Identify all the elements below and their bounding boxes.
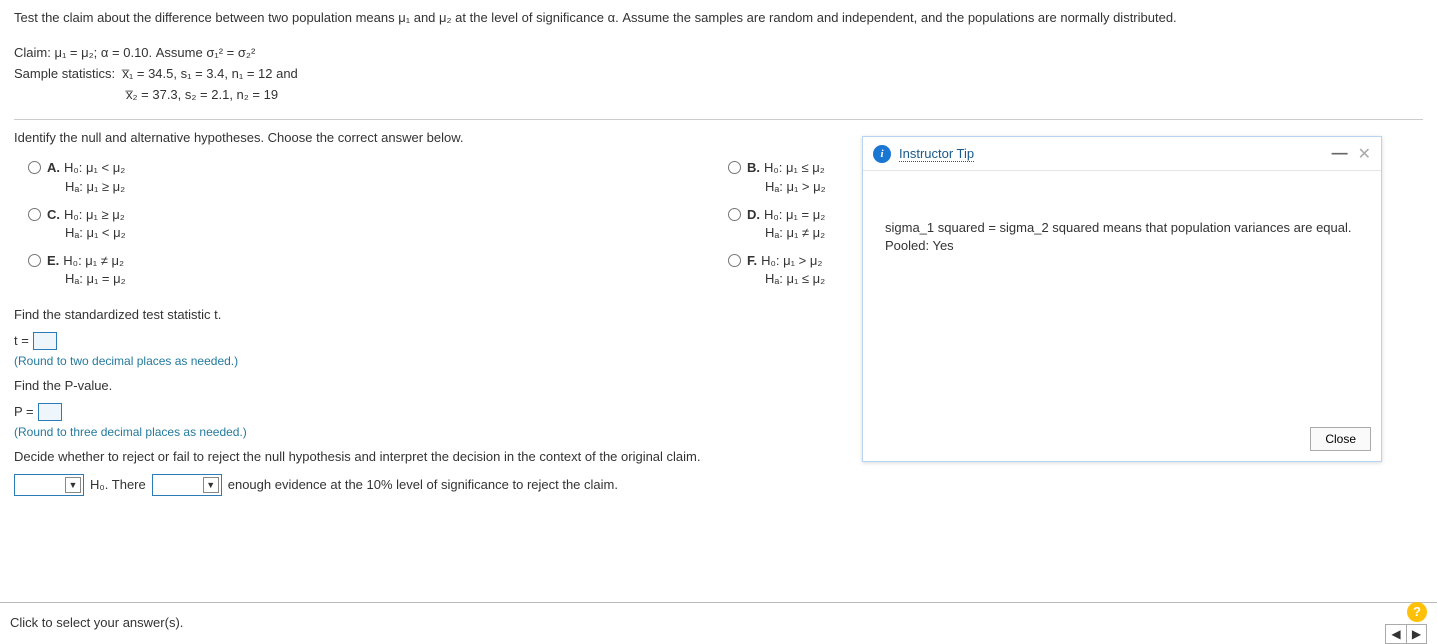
p-value-input[interactable] [38,403,62,421]
help-icon[interactable]: ? [1407,602,1427,622]
footer-instruction: Click to select your answer(s). [10,615,183,630]
option-f-ha: Hₐ: μ₁ ≤ μ₂ [747,270,825,288]
chevron-down-icon: ▼ [65,477,81,493]
radio-f[interactable] [728,254,741,267]
option-f-h0: H₀: μ₁ > μ₂ [761,253,822,268]
option-a[interactable]: A. H₀: μ₁ < μ₂ Hₐ: μ₁ ≥ μ₂ [28,159,728,195]
t-equals-label: t = [14,333,29,348]
radio-c[interactable] [28,208,41,221]
info-icon: i [873,145,891,163]
option-d-h0: H₀: μ₁ = μ₂ [764,207,825,222]
chevron-down-icon: ▼ [203,477,219,493]
p-equals-label: P = [14,404,34,419]
option-d[interactable]: D. H₀: μ₁ = μ₂ Hₐ: μ₁ ≠ μ₂ [728,206,878,242]
problem-intro: Test the claim about the difference betw… [14,10,1423,25]
option-letter-a: A. [47,160,60,175]
close-icon[interactable]: ✕ [1358,144,1371,164]
option-letter-e: E. [47,253,59,268]
radio-d[interactable] [728,208,741,221]
claim-line: Claim: μ₁ = μ₂; α = 0.10. Assume σ₁² = σ… [14,43,1423,64]
conclusion-mid1: H₀. There [90,477,146,492]
radio-a[interactable] [28,161,41,174]
radio-e[interactable] [28,254,41,267]
stats-line-1: Sample statistics: x̅₁ = 34.5, s₁ = 3.4,… [14,64,1423,85]
prev-button[interactable]: ◀ [1386,625,1406,643]
option-letter-b: B. [747,160,760,175]
instructor-tip-popup: i Instructor Tip — ✕ sigma_1 squared = s… [862,136,1382,462]
conclusion-sentence: ▼ H₀. There ▼ enough evidence at the 10%… [14,474,1423,496]
nav-controls: ◀ ▶ [1385,624,1427,644]
option-b-h0: H₀: μ₁ ≤ μ₂ [764,160,825,175]
option-b[interactable]: B. H₀: μ₁ ≤ μ₂ Hₐ: μ₁ > μ₂ [728,159,878,195]
option-b-ha: Hₐ: μ₁ > μ₂ [747,178,826,196]
tip-header: i Instructor Tip — ✕ [863,137,1381,171]
divider [14,119,1423,120]
next-button[interactable]: ▶ [1406,625,1426,643]
footer: Click to select your answer(s). ? ◀ ▶ [0,602,1437,642]
claim-block: Claim: μ₁ = μ₂; α = 0.10. Assume σ₁² = σ… [14,43,1423,105]
option-a-h0: H₀: μ₁ < μ₂ [64,160,125,175]
stats-line-2: x̅₂ = 37.3, s₂ = 2.1, n₂ = 19 [14,85,1423,106]
tip-title: Instructor Tip [899,146,974,162]
option-letter-d: D. [747,207,760,222]
minimize-icon[interactable]: — [1332,145,1348,163]
option-e[interactable]: E. H₀: μ₁ ≠ μ₂ Hₐ: μ₁ = μ₂ [28,252,728,288]
option-c-ha: Hₐ: μ₁ < μ₂ [47,224,126,242]
close-button[interactable]: Close [1310,427,1371,451]
option-letter-f: F. [747,253,757,268]
option-e-ha: Hₐ: μ₁ = μ₂ [47,270,126,288]
evidence-dropdown[interactable]: ▼ [152,474,222,496]
tip-body: sigma_1 squared = sigma_2 squared means … [863,171,1381,417]
option-e-h0: H₀: μ₁ ≠ μ₂ [63,253,124,268]
reject-dropdown[interactable]: ▼ [14,474,84,496]
option-f[interactable]: F. H₀: μ₁ > μ₂ Hₐ: μ₁ ≤ μ₂ [728,252,878,288]
radio-b[interactable] [728,161,741,174]
option-a-ha: Hₐ: μ₁ ≥ μ₂ [47,178,125,196]
t-value-input[interactable] [33,332,57,350]
option-letter-c: C. [47,207,60,222]
option-c-h0: H₀: μ₁ ≥ μ₂ [64,207,125,222]
option-c[interactable]: C. H₀: μ₁ ≥ μ₂ Hₐ: μ₁ < μ₂ [28,206,728,242]
conclusion-mid2: enough evidence at the 10% level of sign… [228,477,618,492]
option-d-ha: Hₐ: μ₁ ≠ μ₂ [747,224,825,242]
